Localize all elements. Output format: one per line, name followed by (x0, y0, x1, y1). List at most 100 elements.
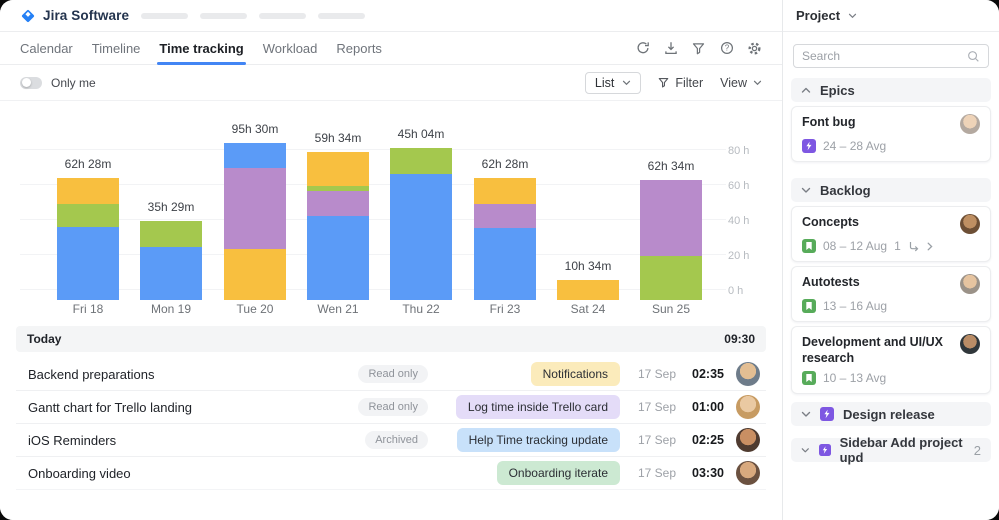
today-row: Today 09:30 (16, 326, 766, 352)
avatar[interactable] (736, 395, 760, 419)
bar-thu-22[interactable] (390, 148, 452, 300)
filter-icon[interactable] (691, 41, 706, 56)
bar-tue-20[interactable] (224, 143, 286, 300)
green-segment (57, 204, 119, 227)
card-dates: 10 – 13 Avg (823, 371, 886, 385)
purple-segment (224, 168, 286, 249)
yellow-segment (57, 178, 119, 204)
filter-button[interactable]: Filter (658, 76, 703, 90)
task-date: 17 Sep (630, 466, 676, 480)
card-font-bug[interactable]: Font bug24 – 28 Avg (791, 106, 991, 162)
avatar[interactable] (736, 362, 760, 386)
story-icon (802, 371, 816, 385)
green-segment (390, 148, 452, 174)
chevron-down-icon (622, 80, 631, 86)
task-row-backend-preparations[interactable]: Backend preparationsRead onlyNotificatio… (16, 358, 766, 391)
tab-workload[interactable]: Workload (263, 41, 318, 56)
task-date: 17 Sep (630, 367, 676, 381)
today-total-time: 09:30 (724, 332, 755, 346)
only-me-label: Only me (51, 76, 96, 90)
bar-total-label: 35h 29m (121, 200, 221, 214)
purple-segment (640, 180, 702, 256)
blue-segment (57, 227, 119, 300)
section-title: Sidebar Add project upd (840, 435, 969, 465)
avatar[interactable] (736, 428, 760, 452)
card-title: Concepts (802, 214, 859, 230)
avatar[interactable] (960, 334, 980, 354)
today-label: Today (27, 332, 61, 346)
avatar[interactable] (736, 461, 760, 485)
tab-timeline[interactable]: Timeline (92, 41, 141, 56)
avatar[interactable] (960, 114, 980, 134)
bar-total-label: 10h 34m (538, 259, 638, 273)
help-icon[interactable]: ? (719, 41, 734, 56)
section-title: Epics (820, 83, 855, 98)
blue-segment (474, 228, 536, 300)
card-dates: 13 – 16 Aug (823, 299, 887, 313)
section-header-epics[interactable]: Epics (791, 78, 991, 102)
task-date: 17 Sep (630, 433, 676, 447)
card-development-and-ui-ux-research[interactable]: Development and UI/UX research10 – 13 Av… (791, 326, 991, 394)
gridline (20, 149, 726, 150)
list-dropdown[interactable]: List (585, 72, 641, 94)
x-axis-label: Sun 25 (621, 302, 721, 316)
header-actions: ? (635, 41, 762, 56)
bar-total-label: 62h 28m (455, 157, 555, 171)
tab-bar: Calendar Timeline Time tracking Workload Rep… (0, 32, 782, 65)
view-dropdown[interactable]: View (720, 76, 762, 90)
refresh-icon[interactable] (635, 41, 650, 56)
bar-fri-23[interactable] (474, 178, 536, 300)
y-axis-tick: 20 h (728, 250, 770, 262)
svg-text:?: ? (724, 44, 729, 53)
blue-segment (224, 143, 286, 168)
bar-wen-21[interactable] (307, 152, 369, 300)
jira-logo: Jira Software (20, 8, 129, 24)
task-tag-chip[interactable]: Notifications (531, 362, 620, 386)
task-tag-chip[interactable]: Log time inside Trello card (456, 395, 620, 419)
avatar[interactable] (960, 214, 980, 234)
chevron-down-icon (753, 80, 762, 86)
section-header-design-release[interactable]: Design release (791, 402, 991, 426)
bar-total-label: 62h 34m (621, 159, 721, 173)
tab-calendar[interactable]: Calendar (20, 41, 73, 56)
yellow-segment (224, 249, 286, 300)
only-me-toggle[interactable] (20, 77, 42, 89)
bar-total-label: 45h 04m (371, 127, 471, 141)
task-tag-chip[interactable]: Onboarding iterate (497, 461, 620, 485)
bar-fri-18[interactable] (57, 178, 119, 300)
search-input[interactable] (802, 49, 967, 63)
filter-icon (658, 77, 669, 88)
section-count: 2 (974, 443, 981, 458)
purple-segment (474, 204, 536, 228)
tab-reports[interactable]: Reports (336, 41, 382, 56)
bar-sat-24[interactable] (557, 280, 619, 300)
bar-mon-19[interactable] (140, 221, 202, 300)
project-dropdown[interactable]: Project (783, 0, 999, 32)
story-icon (802, 299, 816, 313)
task-row-ios-reminders[interactable]: iOS RemindersArchivedHelp Time tracking … (16, 424, 766, 457)
epic-icon (819, 443, 831, 457)
gear-icon[interactable] (747, 41, 762, 56)
card-title: Font bug (802, 114, 855, 130)
section-title: Backlog (820, 183, 871, 198)
jira-diamond-icon (20, 8, 36, 24)
task-row-onboarding-video[interactable]: Onboarding videoOnboarding iterate17 Sep… (16, 457, 766, 490)
y-axis-tick: 0 h (728, 285, 770, 297)
tab-time-tracking[interactable]: Time tracking (159, 41, 243, 56)
section-header-backlog[interactable]: Backlog (791, 178, 991, 202)
filter-button-label: Filter (675, 76, 703, 90)
app-window: Jira Software Calendar Timeline Time track… (0, 0, 999, 520)
nav-placeholder (318, 13, 365, 19)
task-tag-chip[interactable]: Help Time tracking update (457, 428, 620, 452)
task-status-badge: Archived (365, 431, 428, 449)
bar-sun-25[interactable] (640, 180, 702, 300)
card-autotests[interactable]: Autotests13 – 16 Aug (791, 266, 991, 322)
download-icon[interactable] (663, 41, 678, 56)
gridline (20, 289, 726, 290)
list-dropdown-label: List (595, 76, 614, 90)
avatar[interactable] (960, 274, 980, 294)
card-concepts[interactable]: Concepts08 – 12 Aug1 (791, 206, 991, 262)
task-row-gantt-chart-for-trello-landing[interactable]: Gantt chart for Trello landingRead onlyL… (16, 391, 766, 424)
green-segment (140, 221, 202, 247)
section-header-sidebar-add-project-upd[interactable]: Sidebar Add project upd 2 (791, 438, 991, 462)
